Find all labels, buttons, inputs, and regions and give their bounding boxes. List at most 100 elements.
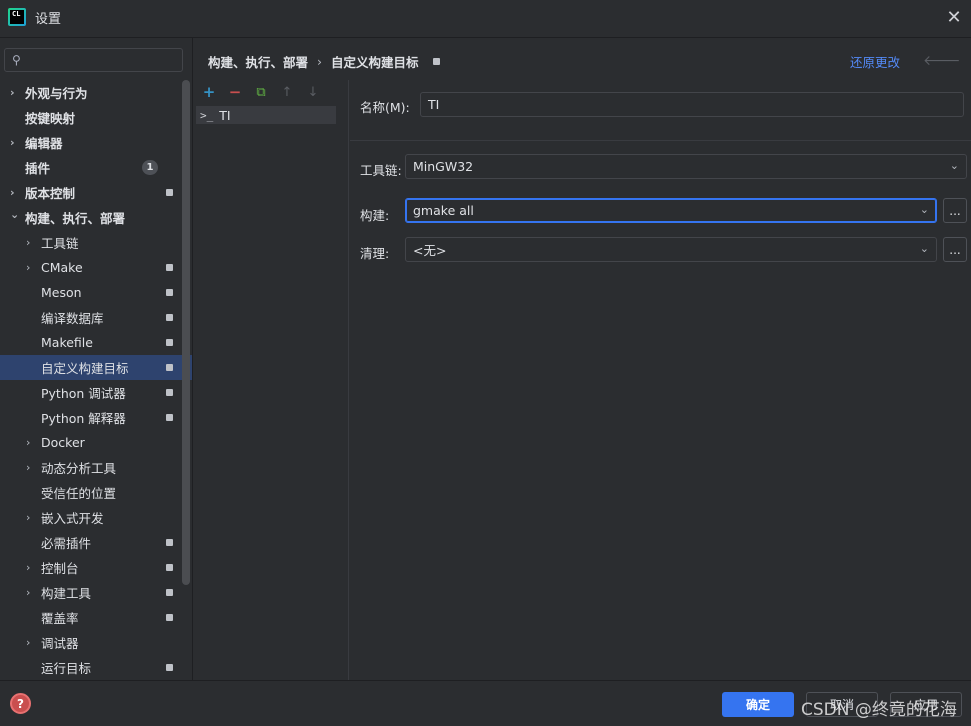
- ok-button[interactable]: 确定: [722, 692, 794, 717]
- lock-icon: [166, 614, 173, 621]
- sidebar-item-label: 控制台: [41, 561, 79, 576]
- sidebar-item[interactable]: 按键映射: [0, 105, 182, 130]
- move-down-icon[interactable]: ↓: [300, 82, 326, 102]
- chevron-right-icon[interactable]: ›: [26, 261, 36, 274]
- lock-icon: [432, 58, 440, 65]
- sidebar-item[interactable]: ⌄ 构建、执行、部署: [0, 205, 182, 230]
- chevron-down-icon: ⌄: [919, 203, 929, 216]
- sidebar-item-label: 构建工具: [41, 586, 92, 601]
- sidebar-item[interactable]: › 嵌入式开发: [0, 505, 182, 530]
- name-field[interactable]: TI: [420, 92, 964, 117]
- chevron-down-icon[interactable]: ⌄: [10, 208, 20, 221]
- help-icon[interactable]: ?: [10, 693, 31, 714]
- sidebar-item-label: 版本控制: [25, 186, 76, 201]
- sidebar-item-label: 构建、执行、部署: [25, 211, 126, 226]
- sidebar-item[interactable]: › 调试器: [0, 630, 182, 655]
- terminal-icon: >_: [200, 108, 214, 122]
- window-title: 设置: [35, 11, 62, 27]
- sidebar-item[interactable]: Makefile: [0, 330, 182, 355]
- chevron-right-icon[interactable]: ›: [26, 636, 36, 649]
- clean-label: 清理:: [360, 246, 390, 261]
- divider: [348, 80, 349, 680]
- chevron-right-icon[interactable]: ›: [26, 511, 36, 524]
- divider: [0, 680, 971, 681]
- sidebar-scrollbar[interactable]: [182, 80, 190, 585]
- sidebar-item-label: Docker: [41, 435, 85, 450]
- sidebar-item[interactable]: 自定义构建目标: [0, 355, 192, 380]
- add-icon[interactable]: +: [196, 82, 222, 102]
- sidebar-item[interactable]: › 编辑器: [0, 130, 182, 155]
- sidebar-item[interactable]: › 外观与行为: [0, 80, 182, 105]
- chevron-right-icon[interactable]: ›: [26, 236, 36, 249]
- chevron-right-icon[interactable]: ›: [26, 461, 36, 474]
- build-browse-button[interactable]: ...: [943, 198, 967, 223]
- chevron-right-icon[interactable]: ›: [26, 561, 36, 574]
- toolchain-label: 工具链:: [360, 163, 402, 178]
- breadcrumb-item[interactable]: 构建、执行、部署: [208, 52, 308, 71]
- lock-icon: [166, 414, 173, 421]
- chevron-right-icon[interactable]: ›: [26, 586, 36, 599]
- sidebar-item[interactable]: › 动态分析工具: [0, 455, 182, 480]
- chevron-right-icon[interactable]: ›: [10, 86, 20, 99]
- sidebar-item[interactable]: 受信任的位置: [0, 480, 182, 505]
- sidebar-item-label: 嵌入式开发: [41, 511, 104, 526]
- sidebar-item[interactable]: › 构建工具: [0, 580, 182, 605]
- sidebar-item[interactable]: Python 调试器: [0, 380, 182, 405]
- sidebar-item[interactable]: 插件 1: [0, 155, 182, 180]
- targets-toolbar: + − ⧉ ↑ ↓: [196, 82, 326, 102]
- settings-tree: › 外观与行为按键映射 › 编辑器插件 1 › 版本控制 ⌄ 构建、执行、部署 › 工具链 › CMak…: [0, 80, 192, 680]
- sidebar-item[interactable]: 必需插件: [0, 530, 182, 555]
- sidebar-item[interactable]: Python 解释器: [0, 405, 182, 430]
- sidebar-item-label: 工具链: [41, 236, 79, 251]
- chevron-down-icon: ⌄: [919, 242, 929, 255]
- sidebar-item[interactable]: 编译数据库: [0, 305, 182, 330]
- navigation-arrows: 🡐 🡒: [923, 52, 971, 69]
- sidebar-item-label: 运行目标: [41, 661, 92, 676]
- divider: [192, 38, 193, 680]
- lock-icon: [166, 264, 173, 271]
- sidebar-item-label: 编辑器: [25, 136, 63, 151]
- sidebar-item[interactable]: › 版本控制: [0, 180, 182, 205]
- build-dropdown[interactable]: gmake all ⌄: [405, 198, 937, 223]
- toolchain-value: MinGW32: [413, 159, 474, 174]
- count-badge: 1: [142, 160, 158, 175]
- name-value: TI: [428, 97, 440, 112]
- sidebar-item[interactable]: › 控制台: [0, 555, 182, 580]
- sidebar-item[interactable]: › 工具链: [0, 230, 182, 255]
- clion-logo-icon: CL: [8, 8, 26, 26]
- target-label: TI: [219, 107, 231, 123]
- sidebar-item[interactable]: › Docker: [0, 430, 182, 455]
- sidebar-item[interactable]: › CMake: [0, 255, 182, 280]
- target-list-item[interactable]: >_ TI: [196, 106, 336, 124]
- back-arrow-icon[interactable]: 🡐: [923, 52, 961, 69]
- sidebar-item-label: 必需插件: [41, 536, 92, 551]
- chevron-right-icon: ›: [317, 54, 323, 69]
- chevron-down-icon: ⌄: [949, 159, 959, 172]
- lock-icon: [166, 539, 173, 546]
- search-input[interactable]: ⚲: [4, 48, 183, 72]
- sidebar-item[interactable]: Meson: [0, 280, 182, 305]
- chevron-right-icon[interactable]: ›: [26, 436, 36, 449]
- clean-browse-button[interactable]: ...: [943, 237, 967, 262]
- build-label: 构建:: [360, 208, 390, 223]
- sidebar-item-label: 受信任的位置: [41, 486, 117, 501]
- close-icon[interactable]: ✕: [943, 6, 965, 28]
- breadcrumb: 构建、执行、部署 › 自定义构建目标: [208, 52, 440, 71]
- chevron-right-icon[interactable]: ›: [10, 136, 20, 149]
- lock-icon: [166, 314, 173, 321]
- settings-sidebar: ⚲ › 外观与行为按键映射 › 编辑器插件 1 › 版本控制 ⌄ 构建、执行、部署 › 工具链 › CM…: [0, 38, 192, 680]
- name-label: 名称(M):: [360, 100, 410, 115]
- remove-icon[interactable]: −: [222, 82, 248, 102]
- clean-dropdown[interactable]: <无> ⌄: [405, 237, 937, 262]
- sidebar-item-label: 插件: [25, 161, 51, 176]
- move-up-icon[interactable]: ↑: [274, 82, 300, 102]
- sidebar-item[interactable]: 覆盖率: [0, 605, 182, 630]
- toolchain-dropdown[interactable]: MinGW32 ⌄: [405, 154, 967, 179]
- chevron-right-icon[interactable]: ›: [10, 186, 20, 199]
- reset-changes-link[interactable]: 还原更改: [850, 52, 900, 71]
- sidebar-item-label: 外观与行为: [25, 86, 88, 101]
- sidebar-item[interactable]: 运行目标: [0, 655, 182, 680]
- lock-icon: [166, 189, 173, 196]
- lock-icon: [166, 289, 173, 296]
- copy-icon[interactable]: ⧉: [248, 82, 274, 102]
